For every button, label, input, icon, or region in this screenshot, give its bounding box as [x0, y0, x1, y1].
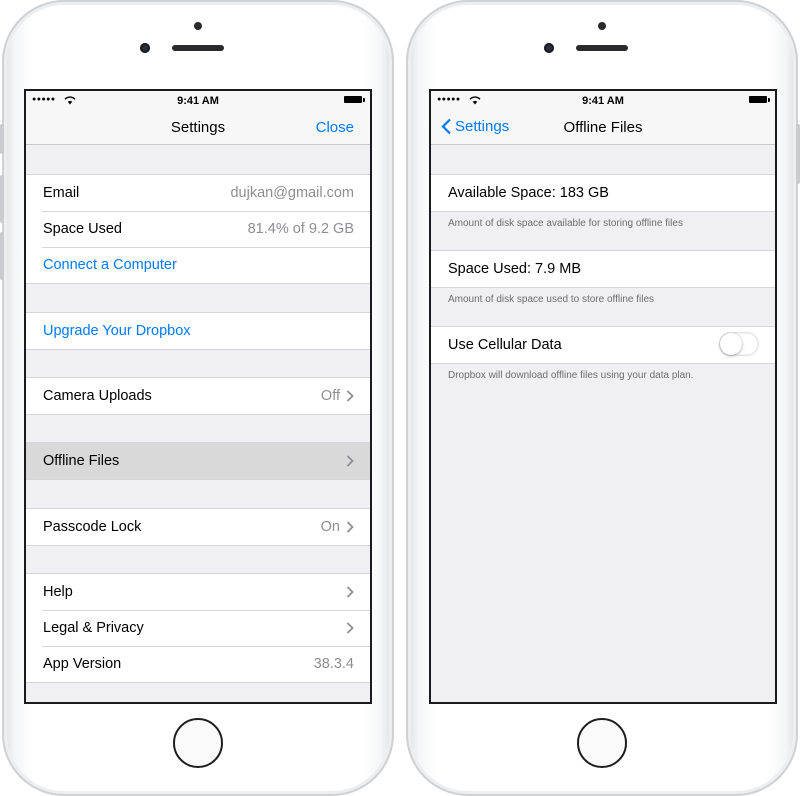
battery-icon: [749, 96, 770, 103]
volume-up-button: [0, 175, 4, 223]
offline-files-label: Offline Files: [43, 453, 120, 469]
front-camera: [140, 43, 150, 53]
passcode-label: Passcode Lock: [43, 519, 142, 535]
chevron-right-icon: [346, 455, 354, 467]
home-button[interactable]: [173, 718, 223, 768]
connect-computer-link[interactable]: Connect a Computer: [43, 257, 177, 273]
status-time: 9:41 AM: [582, 95, 624, 107]
upgrade-link[interactable]: Upgrade Your Dropbox: [43, 323, 191, 339]
space-used-value: 81.4% of 9.2 GB: [247, 221, 354, 237]
space-used-note: Amount of disk space used to store offli…: [448, 294, 655, 305]
close-button[interactable]: Close: [316, 119, 354, 136]
space-used-row: Space Used 81.4% of 9.2 GB: [26, 211, 370, 247]
camera-uploads-group: Camera Uploads Off: [26, 377, 370, 415]
available-space-label: Available Space: 183 GB: [448, 185, 609, 201]
cellular-group: Use Cellular Data: [431, 326, 775, 364]
camera-uploads-value: Off: [320, 388, 340, 404]
offline-files-row[interactable]: Offline Files: [26, 443, 370, 479]
space-used-row: Space Used: 7.9 MB: [431, 251, 775, 287]
passcode-value: On: [320, 519, 340, 535]
proximity-sensor: [598, 22, 606, 30]
toggle-knob: [720, 333, 742, 355]
cellular-note: Dropbox will download offline files usin…: [448, 370, 694, 381]
space-used-label: Space Used: [43, 221, 122, 237]
camera-uploads-label: Camera Uploads: [43, 388, 152, 404]
help-label: Help: [43, 584, 73, 600]
right-phone: ●●●●● 9:41 AM Settings Offline Files Ava…: [406, 0, 800, 796]
available-space-row: Available Space: 183 GB: [431, 175, 775, 211]
status-bar: ●●●●● 9:41 AM: [431, 91, 775, 111]
home-button[interactable]: [577, 718, 627, 768]
volume-down-button: [0, 232, 4, 280]
power-button: [796, 124, 800, 184]
help-row[interactable]: Help: [26, 574, 370, 610]
upgrade-group: Upgrade Your Dropbox: [26, 312, 370, 350]
info-group: Help Legal & Privacy App Version 38.3.4: [26, 573, 370, 683]
nav-bar: Settings Close: [26, 111, 370, 145]
account-group: Email dujkan@gmail.com Space Used 81.4% …: [26, 174, 370, 284]
chevron-right-icon: [346, 622, 354, 634]
email-label: Email: [43, 185, 80, 201]
app-version-value: 38.3.4: [313, 656, 354, 672]
email-value: dujkan@gmail.com: [230, 185, 354, 201]
app-version-label: App Version: [43, 656, 122, 672]
offline-files-screen: ●●●●● 9:41 AM Settings Offline Files Ava…: [431, 91, 775, 702]
space-used-label: Space Used: 7.9 MB: [448, 261, 581, 277]
passcode-group: Passcode Lock On: [26, 508, 370, 546]
proximity-sensor: [194, 22, 202, 30]
available-space-note: Amount of disk space available for stori…: [448, 218, 683, 229]
camera-uploads-row[interactable]: Camera Uploads Off: [26, 378, 370, 414]
cellular-row: Use Cellular Data: [431, 327, 775, 363]
nav-bar: Settings Offline Files: [431, 111, 775, 145]
mute-switch: [0, 124, 4, 154]
cellular-label: Use Cellular Data: [448, 337, 562, 353]
status-bar: ●●●●● 9:41 AM: [26, 91, 370, 111]
front-camera: [544, 43, 554, 53]
earpiece-speaker: [172, 45, 224, 51]
chevron-right-icon: [346, 586, 354, 598]
chevron-right-icon: [346, 390, 354, 402]
available-space-group: Available Space: 183 GB: [431, 174, 775, 212]
left-phone: ●●●●● 9:41 AM Settings Close Email dujka…: [0, 0, 394, 796]
page-title: Offline Files: [563, 119, 643, 136]
email-row: Email dujkan@gmail.com: [26, 175, 370, 211]
passcode-row[interactable]: Passcode Lock On: [26, 509, 370, 545]
app-version-row: App Version 38.3.4: [26, 646, 370, 682]
upgrade-row[interactable]: Upgrade Your Dropbox: [26, 313, 370, 349]
battery-icon: [344, 96, 365, 103]
cellular-data-toggle[interactable]: [719, 332, 759, 356]
space-used-group: Space Used: 7.9 MB: [431, 250, 775, 288]
chevron-right-icon: [346, 521, 354, 533]
status-time: 9:41 AM: [177, 95, 219, 107]
settings-screen: ●●●●● 9:41 AM Settings Close Email dujka…: [26, 91, 370, 702]
legal-privacy-row[interactable]: Legal & Privacy: [26, 610, 370, 646]
offline-files-group: Offline Files: [26, 442, 370, 480]
connect-computer-row[interactable]: Connect a Computer: [26, 247, 370, 283]
earpiece-speaker: [576, 45, 628, 51]
legal-privacy-label: Legal & Privacy: [43, 620, 144, 636]
